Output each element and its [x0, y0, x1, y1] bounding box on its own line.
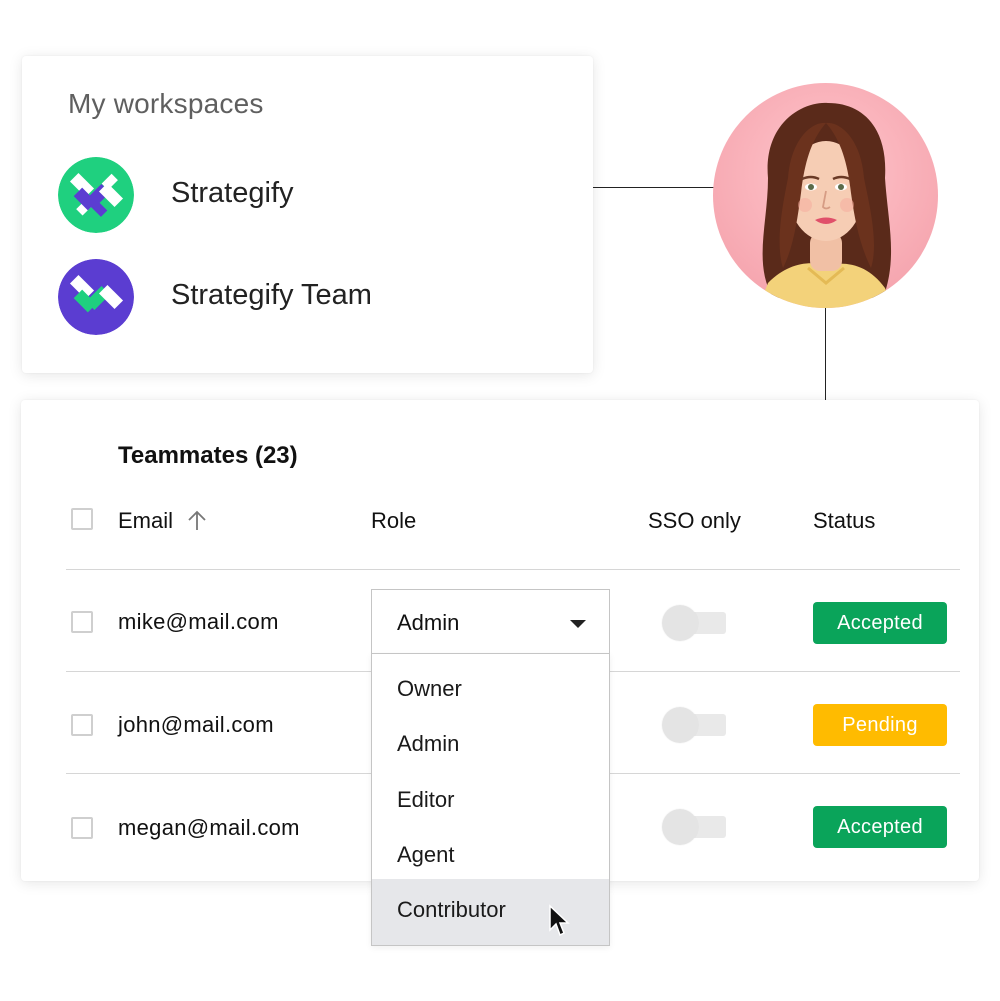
strategify-team-logo-icon	[58, 259, 134, 335]
role-option-editor[interactable]: Editor	[372, 772, 609, 827]
role-dropdown-menu: Owner Admin Editor Agent Contributor	[371, 653, 610, 946]
row-email: megan@mail.com	[118, 815, 300, 840]
toggle-knob	[662, 605, 698, 641]
row-checkbox[interactable]	[71, 714, 93, 736]
stage: My workspaces Strategify Strategify Team…	[0, 0, 1000, 1001]
row-email: mike@mail.com	[118, 609, 279, 634]
connector-line	[593, 187, 715, 188]
toggle-knob	[662, 707, 698, 743]
table-divider	[66, 569, 960, 570]
user-avatar[interactable]	[713, 83, 938, 308]
workspace-item-strategify[interactable]: Strategify	[58, 157, 558, 233]
workspaces-card: My workspaces Strategify Strategify Team	[22, 56, 593, 373]
workspace-name: Strategify	[171, 177, 294, 209]
strategify-logo-icon	[58, 157, 134, 233]
sso-toggle[interactable]	[662, 707, 726, 743]
column-header-email-label: Email	[118, 508, 174, 533]
toggle-knob	[662, 809, 698, 845]
workspace-item-strategify-team[interactable]: Strategify Team	[58, 259, 558, 335]
arrow-up-icon[interactable]	[187, 510, 207, 532]
select-all-checkbox[interactable]	[71, 508, 93, 530]
teammates-title: Teammates (23)	[118, 442, 298, 469]
sso-toggle[interactable]	[662, 605, 726, 641]
workspace-name: Strategify Team	[171, 279, 372, 311]
column-header-email[interactable]: Email	[118, 508, 207, 534]
column-header-status: Status	[813, 508, 876, 533]
mouse-pointer-icon	[549, 904, 570, 937]
sso-toggle[interactable]	[662, 809, 726, 845]
row-email: john@mail.com	[118, 712, 274, 737]
role-option-owner[interactable]: Owner	[372, 661, 609, 716]
row-checkbox[interactable]	[71, 611, 93, 633]
column-header-sso: SSO only	[648, 508, 741, 533]
workspaces-title: My workspaces	[68, 88, 264, 119]
role-select-value: Admin	[397, 610, 460, 635]
role-option-agent[interactable]: Agent	[372, 827, 609, 882]
status-badge: Pending	[813, 704, 947, 746]
status-badge: Accepted	[813, 602, 947, 644]
column-header-role: Role	[371, 508, 417, 533]
status-badge: Accepted	[813, 806, 947, 848]
row-checkbox[interactable]	[71, 817, 93, 839]
caret-down-icon	[570, 620, 586, 628]
role-option-contributor[interactable]: Contributor	[372, 879, 609, 945]
role-option-admin[interactable]: Admin	[372, 716, 609, 771]
role-select[interactable]: Admin	[371, 589, 610, 654]
connector-line	[825, 305, 826, 400]
